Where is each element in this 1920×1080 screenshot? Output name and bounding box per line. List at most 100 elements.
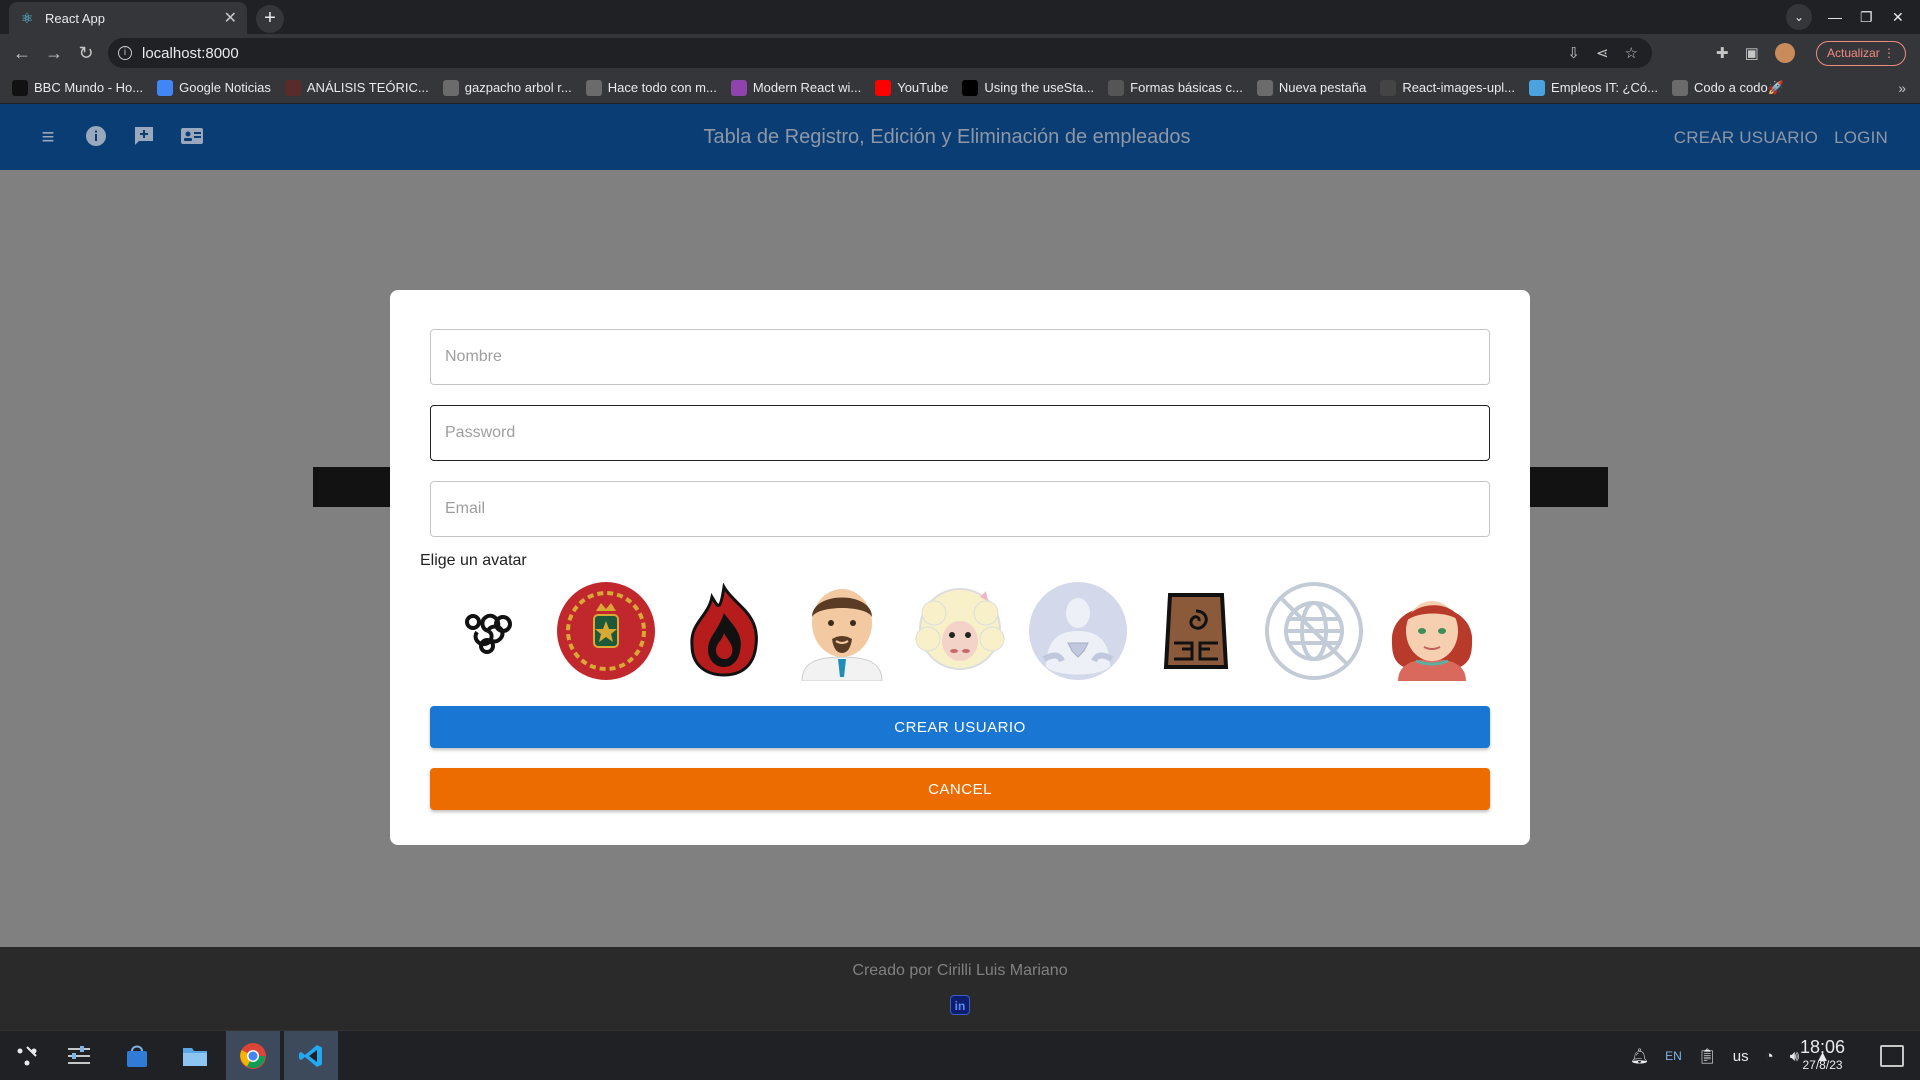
extensions-puzzle-icon[interactable]: ✚ (1716, 44, 1729, 62)
chrome-taskbar-icon[interactable] (226, 1031, 280, 1080)
app-root: ≡ Tabla de Registro, Edición y Eliminaci… (0, 104, 1920, 1030)
earth-kingdom-avatar[interactable] (1146, 581, 1246, 681)
bookmark-item[interactable]: Google Noticias (157, 79, 271, 96)
bookmark-item[interactable]: Nueva pestaña (1256, 79, 1367, 96)
bookmark-label: Google Noticias (179, 80, 271, 95)
update-button[interactable]: Actualizar ⋮ (1816, 41, 1907, 66)
name-field[interactable] (430, 329, 1490, 385)
superman-avatar[interactable] (1028, 581, 1128, 681)
clock[interactable]: 18:06 27/8/23 (1800, 1037, 1845, 1072)
profile-avatar[interactable] (1774, 43, 1795, 63)
bookmark-star-icon[interactable]: ☆ (1625, 44, 1638, 62)
bookmark-item[interactable]: Modern React wi... (730, 79, 862, 96)
forward-arrow-icon[interactable]: → (38, 43, 70, 64)
browser-tab-strip: ⚛ React App ✕ + ⌄ — ❐ ✕ (0, 0, 1920, 34)
bookmark-favicon-icon (442, 79, 459, 96)
close-tab-icon[interactable]: ✕ (224, 8, 237, 28)
bookmark-favicon-icon (1671, 79, 1688, 96)
clock-date: 27/8/23 (1802, 1058, 1843, 1072)
bookmark-label: Codo a codo🚀 (1693, 79, 1784, 95)
bookmark-favicon-icon (157, 79, 174, 96)
bookmark-item[interactable]: Empleos IT: ¿Có... (1529, 79, 1658, 96)
bookmark-label: Using the useSta... (984, 80, 1095, 95)
bookmark-favicon-icon (875, 79, 892, 96)
bearded-man-avatar[interactable] (792, 581, 892, 681)
bookmark-favicon-icon (1529, 79, 1546, 96)
back-arrow-icon[interactable]: ← (6, 43, 38, 64)
share-icon[interactable]: ⋖ (1596, 44, 1609, 62)
volume-icon[interactable]: 🔊︎ (1790, 1048, 1799, 1065)
bookmark-favicon-icon (284, 79, 301, 96)
bookmark-label: Hace todo con m... (607, 80, 717, 95)
install-app-icon[interactable]: ⇩ (1567, 44, 1580, 62)
app-launcher-icon[interactable] (0, 1031, 54, 1080)
bookmark-item[interactable]: YouTube (875, 79, 949, 96)
bookmark-favicon-icon (730, 79, 747, 96)
red-hair-woman-avatar[interactable] (1382, 581, 1482, 681)
file-manager-icon[interactable] (168, 1031, 222, 1080)
url-text: localhost:8000 (142, 44, 239, 62)
address-bar[interactable]: i localhost:8000 ⇩ ⋖ ☆ (108, 38, 1652, 68)
reload-icon[interactable]: ↻ (70, 43, 102, 64)
close-window-icon[interactable]: ✕ (1892, 0, 1904, 34)
nav-login-button[interactable]: LOGIN (1834, 128, 1888, 148)
cancel-button[interactable]: CANCEL (430, 768, 1490, 810)
footer-credit: Creado por Cirilli Luis Mariano (852, 962, 1068, 979)
input-language[interactable]: EN (1665, 1049, 1682, 1063)
air-nation-avatar[interactable] (438, 581, 538, 681)
bookmark-item[interactable]: React-images-upl... (1380, 79, 1515, 96)
bookmark-item[interactable]: BBC Mundo - Ho... (12, 79, 144, 96)
site-info-icon[interactable]: i (118, 46, 132, 60)
bookmark-item[interactable]: gazpacho arbol r... (442, 79, 572, 96)
email-field[interactable] (430, 481, 1490, 537)
bookmark-favicon-icon (1256, 79, 1273, 96)
clock-time: 18:06 (1800, 1037, 1846, 1057)
restore-icon[interactable]: ❐ (1860, 0, 1873, 34)
new-tab-button[interactable]: + (256, 5, 284, 33)
royal-emblem-avatar[interactable] (556, 581, 656, 681)
bookmark-favicon-icon (962, 79, 979, 96)
bookmark-item[interactable]: Codo a codo🚀 (1671, 79, 1784, 96)
bookmark-item[interactable]: Using the useSta... (962, 79, 1095, 96)
page-title: Tabla de Registro, Edición y Eliminación… (703, 126, 1191, 148)
clipboard-icon[interactable]: 📋︎ (1698, 1047, 1717, 1065)
sheep-avatar[interactable] (910, 581, 1010, 681)
avatar-picker (430, 580, 1490, 682)
fire-nation-avatar[interactable] (674, 581, 774, 681)
tab-search-icon[interactable]: ⌄ (1786, 4, 1812, 30)
bookmark-favicon-icon (1108, 79, 1125, 96)
tab-title: React App (45, 10, 105, 26)
show-desktop-icon[interactable] (1880, 1045, 1904, 1067)
browser-tab[interactable]: ⚛ React App ✕ (9, 2, 247, 34)
bookmark-label: ANÁLISIS TEÓRIC... (306, 80, 429, 95)
bookmark-favicon-icon (1380, 79, 1397, 96)
linkedin-icon[interactable]: in (950, 995, 970, 1015)
os-taskbar: 🔔︎ EN 📋︎ us ◔ 🔊︎ ▲ 18:06 27/8/23 (0, 1030, 1920, 1080)
bookmark-item[interactable]: Formas básicas c... (1108, 79, 1243, 96)
store-bag-icon[interactable] (110, 1031, 164, 1080)
notifications-icon[interactable]: 🔔︎ (1630, 1047, 1649, 1065)
bookmark-item[interactable]: ANÁLISIS TEÓRIC... (284, 79, 429, 96)
side-panel-icon[interactable]: ▣ (1745, 44, 1759, 62)
nav-create-user-button[interactable]: CREAR USUARIO (1674, 128, 1818, 148)
password-field[interactable] (430, 405, 1490, 461)
bookmark-favicon-icon (12, 79, 28, 96)
bookmark-label: Nueva pestaña (1278, 80, 1367, 95)
settings-sliders-icon[interactable] (52, 1031, 106, 1080)
create-user-modal: Elige un avatar (390, 290, 1530, 845)
wifi-icon[interactable]: ◔ (1765, 1048, 1774, 1065)
bookmark-label: BBC Mundo - Ho... (34, 80, 144, 95)
bookmark-item[interactable]: Hace todo con m... (585, 79, 717, 96)
create-user-button[interactable]: CREAR USUARIO (430, 706, 1490, 748)
keyboard-layout[interactable]: us (1733, 1048, 1749, 1065)
app-footer: Creado por Cirilli Luis Mariano in (0, 947, 1920, 1030)
bookmarks-bar: BBC Mundo - Ho... Google Noticias ANÁLISIS… (0, 72, 1920, 104)
react-icon: ⚛ (20, 10, 34, 26)
globe-avatar[interactable] (1264, 581, 1364, 681)
minimize-icon[interactable]: — (1828, 0, 1842, 34)
bookmark-label: YouTube (897, 80, 949, 95)
bookmark-label: Modern React wi... (752, 80, 862, 95)
more-bookmarks-icon[interactable]: » (1898, 80, 1906, 96)
bookmark-label: Formas básicas c... (1130, 80, 1243, 95)
vscode-taskbar-icon[interactable] (284, 1031, 338, 1080)
